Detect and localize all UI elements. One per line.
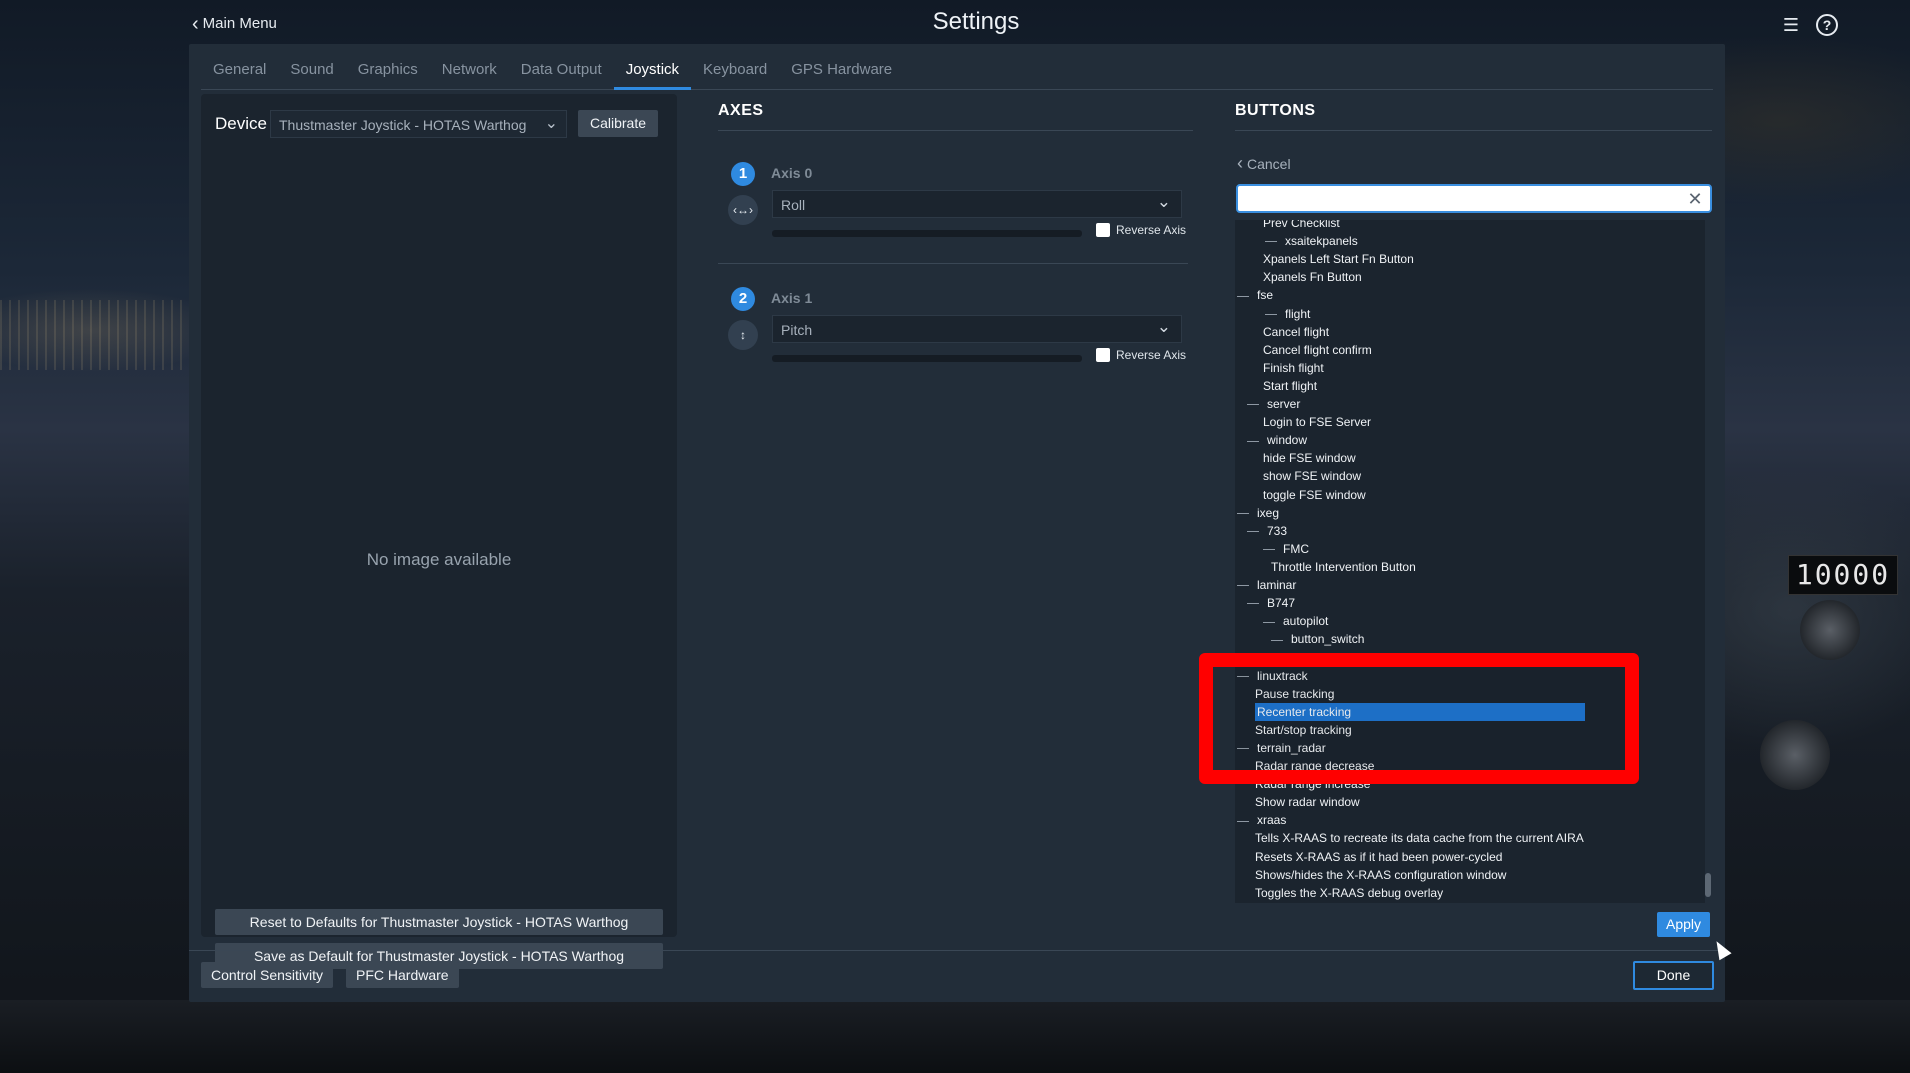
tree-command-item[interactable]: Prev Checklist [1263,220,1340,232]
chevron-down-icon: ⌄ [544,115,558,132]
axis-0-assignment-select[interactable]: Roll ⌄ [772,190,1182,218]
device-select[interactable]: Thustmaster Joystick - HOTAS Warthog ⌄ [270,110,567,138]
close-icon[interactable]: ✕ [1685,189,1705,209]
axis-name: Axis 1 [771,290,813,306]
tab-graphics[interactable]: Graphics [346,54,430,90]
tab-keyboard[interactable]: Keyboard [691,54,779,90]
tree-command-item[interactable]: toggle FSE window [1263,486,1366,504]
red-highlight-box [1199,653,1639,784]
device-panel: Device Thustmaster Joystick - HOTAS Wart… [201,94,677,969]
horizontal-arrows-icon: ‹↔› [728,195,758,225]
top-bar: ‹ Main Menu Settings ☰ ? [0,0,1910,44]
reverse-axis-label: Reverse Axis [1116,348,1187,362]
tree-command-item[interactable]: Resets X-RAAS as if it had been power-cy… [1255,848,1502,866]
chevron-down-icon: ⌄ [1156,317,1171,336]
buttons-divider [1235,130,1712,131]
tab-data-output[interactable]: Data Output [509,54,614,90]
instrument-panel [0,1000,1910,1073]
window-title: Settings [932,8,1020,35]
axes-title: AXES [718,102,764,119]
tree-command-item[interactable]: Toggles the X-RAAS debug overlay [1255,884,1443,902]
tree-command-item[interactable]: Tells X-RAAS to recreate its data cache … [1255,829,1584,847]
axis-number-badge: 1 [731,162,755,186]
tree-group-item[interactable]: FMC [1263,540,1309,558]
city-lights [0,300,200,370]
axes-divider [718,130,1193,131]
tab-gps-hardware[interactable]: GPS Hardware [779,54,904,90]
device-selected-value: Thustmaster Joystick - HOTAS Warthog [279,117,527,133]
chevron-left-icon: ‹ [1237,153,1243,173]
reverse-axis-label: Reverse Axis [1116,223,1187,237]
calibrate-button[interactable]: Calibrate [578,110,658,137]
control-sensitivity-button[interactable]: Control Sensitivity [201,962,334,988]
tree-command-item[interactable]: Login to FSE Server [1263,413,1371,431]
tree-command-item[interactable]: hide FSE window [1263,449,1356,467]
tree-group-item[interactable]: fse [1237,286,1273,304]
tab-sound[interactable]: Sound [278,54,345,90]
tab-general[interactable]: General [201,54,278,90]
tree-group-item[interactable]: flight [1265,305,1310,323]
cancel-label: Cancel [1247,155,1291,172]
cancel-link[interactable]: ‹ Cancel [1237,153,1291,174]
altitude-readout: 10000 [1788,555,1898,595]
tree-group-item[interactable]: server [1247,395,1300,413]
tree-command-item[interactable]: Shows/hides the X-RAAS configuration win… [1255,866,1506,884]
axis-1-assignment-value: Pitch [781,322,813,338]
pfc-hardware-button[interactable]: PFC Hardware [346,962,459,988]
buttons-title: BUTTONS [1235,102,1316,119]
axis-0-position-bar [772,230,1082,237]
chevron-down-icon: ⌄ [1156,192,1171,211]
reset-defaults-button[interactable]: Reset to Defaults for Thustmaster Joysti… [215,909,663,935]
axis-separator [718,263,1188,264]
tree-group-item[interactable]: 733 [1247,522,1287,540]
tree-group-item[interactable]: xsaitekpanels [1265,232,1358,250]
cockpit-knob [1800,600,1860,660]
top-icons: ☰ ? [1780,14,1838,36]
tab-network[interactable]: Network [430,54,509,90]
command-search-input[interactable] [1236,184,1712,213]
tree-command-item[interactable]: Cancel flight [1263,323,1329,341]
tree-command-item[interactable]: Start flight [1263,377,1317,395]
tree-command-item[interactable]: Xpanels Fn Button [1263,268,1362,286]
tree-group-item[interactable]: laminar [1237,576,1296,594]
tab-joystick[interactable]: Joystick [613,54,692,90]
axis-name: Axis 0 [771,165,813,181]
tree-command-item[interactable]: show FSE window [1263,467,1361,485]
device-label: Device [215,114,267,133]
axis-number-badge: 2 [731,287,755,311]
tree-command-item[interactable]: Show radar window [1255,793,1360,811]
cockpit-knob [1760,720,1830,790]
tree-scrollbar[interactable] [1705,873,1711,897]
vertical-arrows-icon: ↕ [728,320,758,350]
checkbox-box[interactable] [1096,348,1110,362]
tree-group-item[interactable]: autopilot [1263,612,1328,630]
axis-1-assignment-select[interactable]: Pitch ⌄ [772,315,1182,343]
tree-group-item[interactable]: B747 [1247,594,1295,612]
settings-tabs: General Sound Graphics Network Data Outp… [201,54,1713,90]
axis-0-assignment-value: Roll [781,197,806,213]
tree-command-item[interactable]: Xpanels Left Start Fn Button [1263,250,1414,268]
tree-group-item[interactable]: button_switch [1271,630,1364,648]
apply-button[interactable]: Apply [1657,912,1710,937]
axis-0-reverse-checkbox[interactable]: Reverse Axis [1096,223,1186,237]
tree-command-item[interactable]: Throttle Intervention Button [1271,558,1416,576]
footer-divider [189,950,1725,951]
command-tree: Prev Checklist xsaitekpanels Xpanels Left … [1235,220,1705,903]
done-button[interactable]: Done [1633,961,1714,990]
tree-group-item[interactable]: xraas [1237,811,1286,829]
no-image-text: No image available [366,550,512,569]
axis-1-reverse-checkbox[interactable]: Reverse Axis [1096,348,1186,362]
sliders-icon[interactable]: ☰ [1780,14,1802,36]
tree-command-item[interactable]: Cancel flight confirm [1263,341,1372,359]
checkbox-box[interactable] [1096,223,1110,237]
tree-command-item[interactable]: Finish flight [1263,359,1324,377]
axis-1-position-bar [772,355,1082,362]
tree-group-item[interactable]: window [1247,431,1307,449]
help-icon[interactable]: ? [1816,14,1838,36]
tree-group-item[interactable]: ixeg [1237,504,1279,522]
